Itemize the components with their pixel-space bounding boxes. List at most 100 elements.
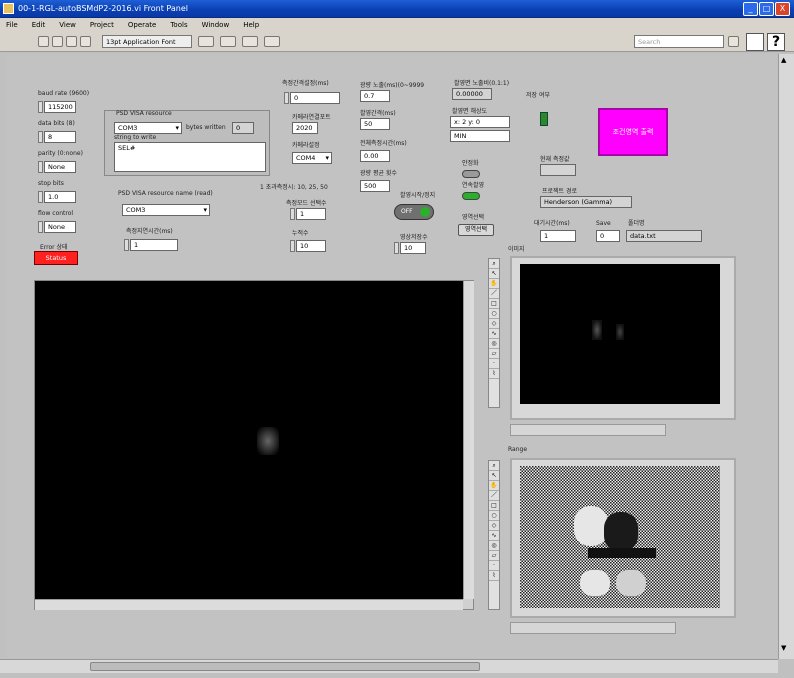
d3-field[interactable]: 0.00	[360, 150, 390, 162]
parity-field[interactable]: None	[44, 161, 76, 173]
pause-icon[interactable]	[80, 36, 91, 47]
pointer-icon[interactable]: ↖	[489, 471, 499, 481]
zoom-icon[interactable]: ⌕	[489, 259, 499, 269]
stopbits-spin[interactable]	[38, 191, 43, 203]
d5-field[interactable]: 10	[400, 242, 426, 254]
menu-file[interactable]: File	[6, 18, 18, 32]
oval-icon[interactable]: ○	[489, 511, 499, 521]
rotated-rect-icon[interactable]: ▱	[489, 349, 499, 359]
c5-spin[interactable]	[290, 240, 295, 252]
f4-field[interactable]: 0	[596, 230, 620, 242]
point-icon[interactable]: ·	[489, 359, 499, 369]
zoom-icon[interactable]: ⌕	[489, 461, 499, 471]
main-image-vscroll[interactable]	[463, 281, 474, 599]
d5-spin[interactable]	[394, 242, 399, 254]
rect-icon[interactable]: □	[489, 501, 499, 511]
baud-field[interactable]: 115200	[44, 101, 76, 113]
condition-output-button[interactable]: 조건영역 출력	[598, 108, 668, 156]
menu-project[interactable]: Project	[90, 18, 114, 32]
visa-read-port-select[interactable]: COM3	[122, 204, 210, 216]
region-select-button[interactable]: 영역선택	[458, 224, 494, 236]
d2-field[interactable]: 50	[360, 118, 390, 130]
main-image-canvas[interactable]	[35, 281, 463, 599]
f3-field[interactable]: 1	[540, 230, 576, 242]
stopbits-field[interactable]: 1.0	[44, 191, 76, 203]
run-continuous-icon[interactable]	[52, 36, 63, 47]
flow-field[interactable]: None	[44, 221, 76, 233]
rotated-rect-icon[interactable]: ▱	[489, 551, 499, 561]
annulus-icon[interactable]: ◎	[489, 339, 499, 349]
image1-slider[interactable]	[510, 424, 666, 436]
c3-select[interactable]: COM4	[292, 152, 332, 164]
c4-spin[interactable]	[290, 208, 295, 220]
align-icon[interactable]	[198, 36, 214, 47]
c1-field[interactable]: 0	[290, 92, 340, 104]
c5-field[interactable]: 10	[296, 240, 326, 252]
f4-label: Save	[596, 220, 611, 227]
oval-icon[interactable]: ○	[489, 309, 499, 319]
run-arrow-icon[interactable]	[38, 36, 49, 47]
line-icon[interactable]: ／	[489, 289, 499, 299]
c2-field[interactable]: 2020	[292, 122, 318, 134]
minimize-button[interactable]: _	[743, 2, 758, 16]
menu-tools[interactable]: Tools	[170, 18, 187, 32]
font-select[interactable]: 13pt Application Font	[102, 35, 192, 48]
broken-line-icon[interactable]: ⌇	[489, 571, 499, 581]
visa-write-port-select[interactable]: COM3	[114, 122, 182, 134]
parity-spin[interactable]	[38, 161, 43, 173]
e3-field[interactable]: MIN	[450, 130, 510, 142]
menu-help[interactable]: Help	[243, 18, 259, 32]
hscroll-thumb[interactable]	[90, 662, 480, 671]
d1-field[interactable]: 0.7	[360, 90, 390, 102]
pointer-icon[interactable]: ↖	[489, 269, 499, 279]
string-to-write-field[interactable]: SEL#	[114, 142, 266, 172]
line-icon[interactable]: ／	[489, 491, 499, 501]
maximize-button[interactable]: □	[759, 2, 774, 16]
pan-icon[interactable]: ✋	[489, 279, 499, 289]
read-delay-field[interactable]: 1	[130, 239, 178, 251]
pan-icon[interactable]: ✋	[489, 481, 499, 491]
distribute-icon[interactable]	[220, 36, 236, 47]
rect-icon[interactable]: □	[489, 299, 499, 309]
help-icon[interactable]: ?	[767, 33, 785, 51]
databits-spin[interactable]	[38, 131, 43, 143]
polygon-icon[interactable]: ◇	[489, 521, 499, 531]
e2-field[interactable]: x: 2 y: 0	[450, 116, 510, 128]
range-slider[interactable]	[510, 622, 676, 634]
reorder-icon[interactable]	[264, 36, 280, 47]
d4-field[interactable]: 500	[360, 180, 390, 192]
flow-spin[interactable]	[38, 221, 43, 233]
abort-icon[interactable]	[66, 36, 77, 47]
f2-label: 프로젝트 경로	[542, 188, 578, 195]
continuous-toggle[interactable]	[462, 192, 480, 200]
menu-edit[interactable]: Edit	[32, 18, 46, 32]
image1-display	[510, 256, 736, 420]
databits-field[interactable]: 8	[44, 131, 76, 143]
window-vscroll[interactable]: ▲ ▼	[778, 54, 794, 659]
range-blob-dark	[604, 512, 638, 552]
search-input[interactable]: Search	[634, 35, 724, 48]
menu-operate[interactable]: Operate	[128, 18, 156, 32]
c4-field[interactable]: 1	[296, 208, 326, 220]
read-delay-spin[interactable]	[124, 239, 129, 251]
menu-view[interactable]: View	[59, 18, 76, 32]
c1-spin[interactable]	[284, 92, 289, 104]
sw2-label: 연속촬영	[462, 182, 485, 189]
scroll-down-icon[interactable]: ▼	[781, 644, 786, 652]
polygon-icon[interactable]: ◇	[489, 319, 499, 329]
app-icon	[3, 3, 14, 14]
freehand-icon[interactable]: ∿	[489, 531, 499, 541]
scroll-up-icon[interactable]: ▲	[781, 56, 786, 64]
annulus-icon[interactable]: ◎	[489, 541, 499, 551]
broken-line-icon[interactable]: ⌇	[489, 369, 499, 379]
point-icon[interactable]: ·	[489, 561, 499, 571]
context-help-icon[interactable]	[728, 36, 739, 47]
freehand-icon[interactable]: ∿	[489, 329, 499, 339]
resize-icon[interactable]	[242, 36, 258, 47]
close-button[interactable]: X	[775, 2, 790, 16]
baud-spin[interactable]	[38, 101, 43, 113]
window-hscroll[interactable]	[0, 659, 778, 673]
main-image-hscroll[interactable]	[35, 599, 463, 610]
menu-window[interactable]: Window	[202, 18, 230, 32]
stabilize-toggle[interactable]	[462, 170, 480, 178]
